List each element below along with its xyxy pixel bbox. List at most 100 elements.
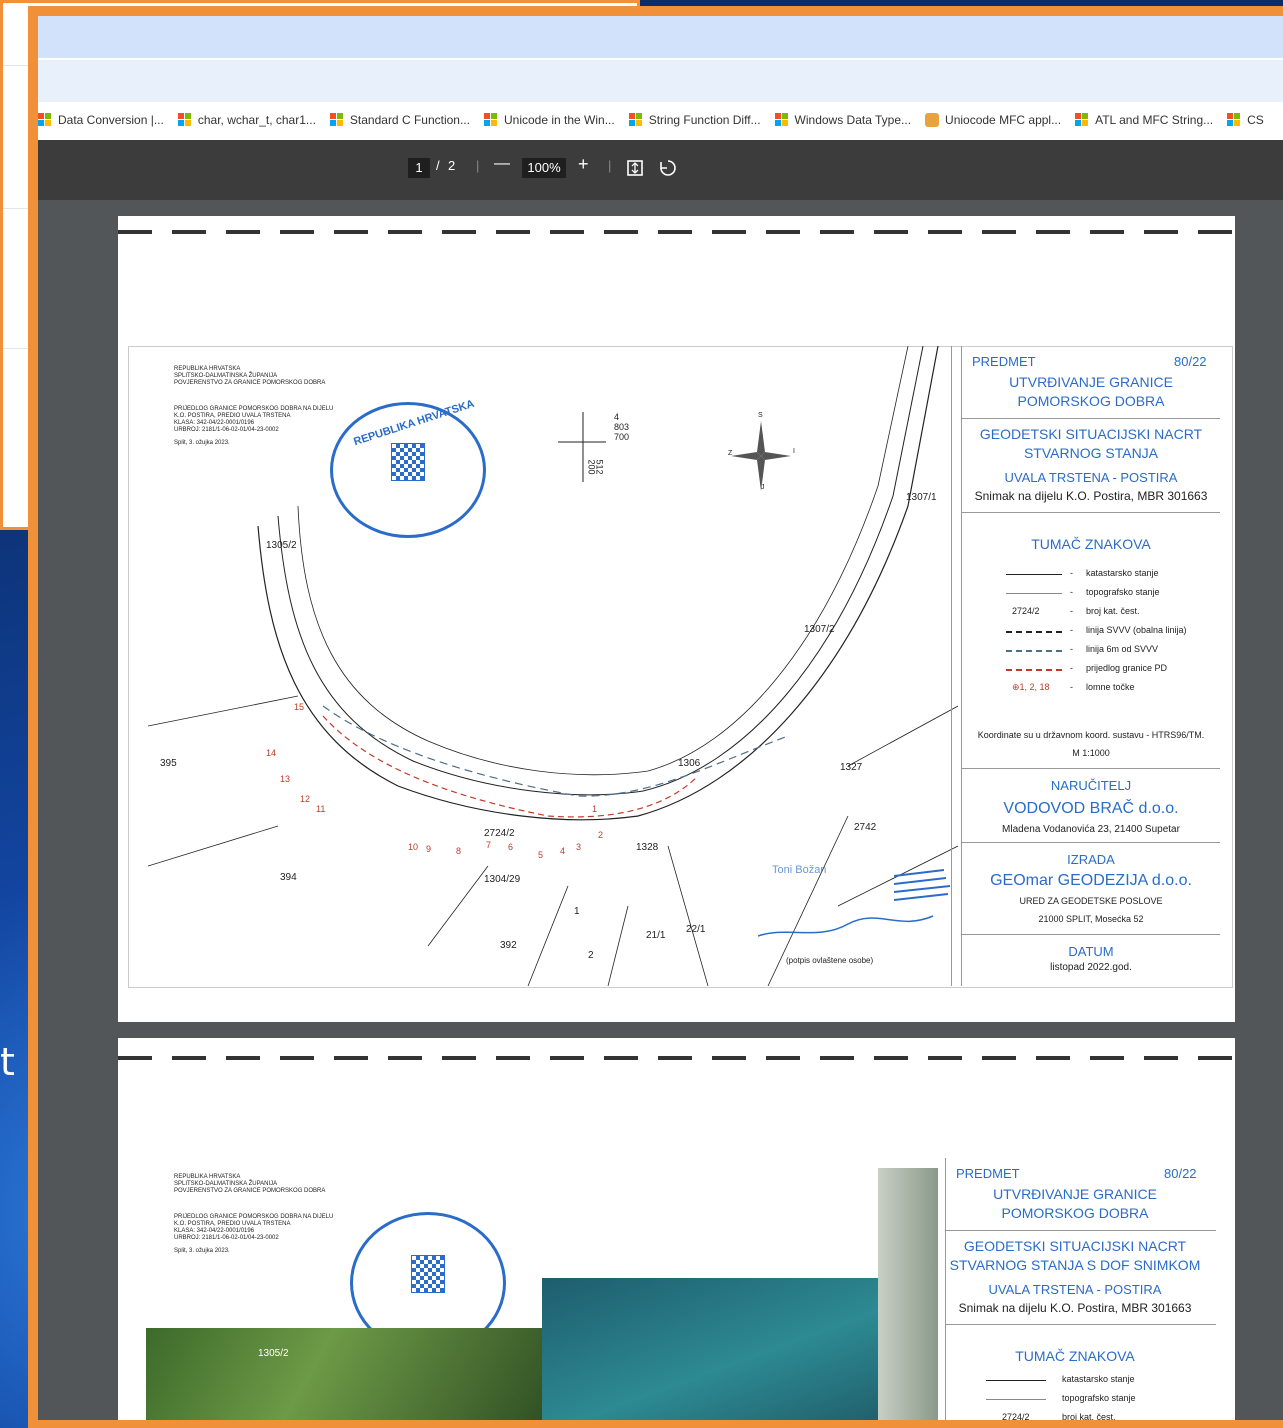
break-point-label: 10 — [408, 842, 419, 852]
title-block: PREDMET 80/22 UTVRĐIVANJE GRANICE POMORS… — [961, 346, 1220, 986]
legend-title: TUMAČ ZNAKOVA — [1031, 536, 1151, 552]
parcel-label: 1304/29 — [484, 874, 521, 885]
break-point-label: 5 — [538, 850, 544, 860]
bookmark-item[interactable]: Windows Data Type... — [774, 113, 911, 127]
zoom-out-button[interactable]: — — [494, 155, 510, 173]
break-point-label: 11 — [316, 804, 326, 814]
microsoft-logo-icon — [774, 113, 789, 127]
legend-line-sample — [1006, 650, 1062, 652]
client-address: Mladena Vodanovića 23, 21400 Supetar — [1002, 824, 1180, 835]
bookmark-item[interactable]: Data Conversion |... — [38, 113, 164, 127]
legend-separator: - — [1070, 606, 1073, 616]
microsoft-logo-icon — [1075, 113, 1089, 127]
legend-key: 2724/2 — [1012, 606, 1040, 616]
bookmark-item[interactable]: char, wchar_t, char1... — [177, 113, 316, 127]
bookmark-label: Unicode in the Win... — [503, 113, 615, 127]
legend-line-sample — [1006, 574, 1062, 575]
legend-separator: - — [1070, 625, 1073, 635]
parcel-label: 394 — [280, 872, 297, 883]
issuer-line: SPLITSKO-DALMATINSKA ŽUPANIJA — [174, 1181, 278, 1187]
parcel-label: 1307/2 — [804, 624, 835, 635]
issuer-header: REPUBLIKA HRVATSKA SPLITSKO-DALMATINSKA … — [174, 1174, 325, 1195]
parcel-label: 1328 — [636, 842, 659, 853]
drawing-type: GEODETSKI SITUACIJSKI NACRT — [963, 1238, 1187, 1254]
legend-separator: - — [1070, 682, 1073, 692]
parcel-label: 395 — [160, 758, 177, 769]
pdf-viewer[interactable]: REPUBLIKA HRVATSKA SPLITSKO-DALMATINSKA … — [38, 200, 1283, 1420]
tab-strip[interactable] — [38, 16, 1283, 58]
proposal-line: PRIJEDLOG GRANICE POMORSKOG DOBRA NA DIJ… — [174, 1214, 334, 1220]
fit-page-icon[interactable] — [626, 159, 644, 177]
zoom-in-button[interactable]: + — [578, 154, 589, 175]
survey-scope: Snimak na dijelu K.O. Postira, MBR 30166… — [974, 489, 1208, 503]
orthophoto-coast — [878, 1168, 938, 1420]
parcel-label: 1305/2 — [266, 540, 297, 551]
break-point-label: 6 — [508, 842, 514, 852]
legend-line-sample — [1006, 631, 1062, 633]
bookmark-item[interactable]: ATL and MFC String... — [1075, 113, 1213, 127]
bookmark-label: CS — [1247, 113, 1264, 127]
parcel-label: 2724/2 — [484, 828, 515, 839]
zoom-level-input[interactable]: 100% — [522, 158, 566, 178]
issuer-line: POVJERENSTVO ZA GRANICE POMORSKOG DOBRA — [174, 1188, 326, 1194]
document-title: POMORSKOG DOBRA — [1001, 1205, 1149, 1221]
parcel-label: 392 — [500, 940, 517, 951]
predmet-number: 80/22 — [1174, 354, 1207, 369]
legend-separator: - — [1070, 568, 1073, 578]
page-separator: / — [436, 158, 440, 173]
page-top-dashes — [118, 1056, 1235, 1060]
bookmark-label: Uniocode MFC appl... — [945, 113, 1062, 127]
orthophoto-sea — [542, 1278, 902, 1420]
coordinate-system-note: Koordinate su u državnom koord. sustavu … — [977, 730, 1205, 740]
urbroj: URBROJ: 2181/1-06-02-01/04-23-0002 — [174, 1235, 279, 1241]
page-number-input[interactable]: 1 — [408, 158, 430, 178]
pdf-page-2: REPUBLIKA HRVATSKA SPLITSKO-DALMATINSKA … — [118, 1038, 1235, 1420]
bookmark-item[interactable]: String Function Diff... — [628, 113, 761, 127]
contractor-address: 21000 SPLIT, Mosećka 52 — [1038, 914, 1144, 924]
legend-line-sample — [1006, 669, 1062, 671]
bookmark-label: Standard C Function... — [349, 113, 470, 127]
bookmark-item[interactable]: Standard C Function... — [329, 113, 470, 127]
rotate-icon[interactable] — [658, 158, 678, 178]
toolbar-divider: | — [476, 158, 480, 173]
legend-line-sample — [1006, 593, 1062, 594]
bookmark-label: Data Conversion |... — [58, 113, 164, 127]
address-bar[interactable] — [38, 60, 1283, 102]
client-name: VODOVOD BRAČ d.o.o. — [1003, 800, 1179, 817]
break-point-label: 4 — [560, 846, 566, 856]
legend-key: 2724/2 — [1002, 1412, 1030, 1420]
parcel-label: 2 — [588, 950, 594, 961]
issuer-line: REPUBLIKA HRVATSKA — [174, 1174, 241, 1180]
predmet-label: PREDMET — [956, 1166, 1020, 1181]
parcel-label: 1306 — [678, 758, 701, 769]
document-title: UTVRĐIVANJE GRANICE — [993, 1186, 1157, 1202]
legend-separator: - — [1070, 663, 1073, 673]
bookmark-item[interactable]: CS — [1227, 113, 1264, 127]
bookmark-item[interactable]: Uniocode MFC appl... — [925, 113, 1061, 127]
bookmark-item[interactable]: Unicode in the Win... — [483, 113, 615, 127]
proposal-header: PRIJEDLOG GRANICE POMORSKOG DOBRA NA DIJ… — [174, 1214, 333, 1255]
signer-name: Toni Božan — [772, 864, 827, 876]
background-text: t — [0, 1040, 15, 1084]
bookmark-label: char, wchar_t, char1... — [197, 113, 316, 127]
location: UVALA TRSTENA - POSTIRA — [988, 1282, 1162, 1297]
coat-of-arms-icon — [411, 1255, 445, 1293]
survey-scope: Snimak na dijelu K.O. Postira, MBR 30166… — [958, 1301, 1192, 1315]
drawing-type: STVARNOG STANJA — [1023, 445, 1159, 461]
bookmarks-bar: Data Conversion |... char, wchar_t, char1… — [38, 104, 1283, 136]
parcel-label: 1327 — [840, 762, 863, 773]
break-point-label: 1 — [592, 804, 598, 814]
location: UVALA TRSTENA - POSTIRA — [1004, 470, 1178, 485]
break-point-label: 3 — [576, 842, 582, 852]
date-value: listopad 2022.god. — [1050, 962, 1132, 973]
title-block: PREDMET 80/22 UTVRĐIVANJE GRANICE POMORS… — [945, 1158, 1226, 1420]
site-favicon-icon — [925, 113, 940, 127]
microsoft-logo-icon — [628, 113, 643, 127]
legend-separator: - — [1070, 644, 1073, 654]
date-label: DATUM — [1068, 944, 1114, 959]
contractor-office: URED ZA GEODETSKE POSLOVE — [1019, 896, 1163, 906]
document-title: UTVRĐIVANJE GRANICE — [1009, 374, 1173, 390]
legend-title: TUMAČ ZNAKOVA — [1015, 1348, 1135, 1364]
break-point-label: 8 — [456, 846, 462, 856]
browser-window[interactable]: Data Conversion |... char, wchar_t, char1… — [38, 16, 1283, 1420]
